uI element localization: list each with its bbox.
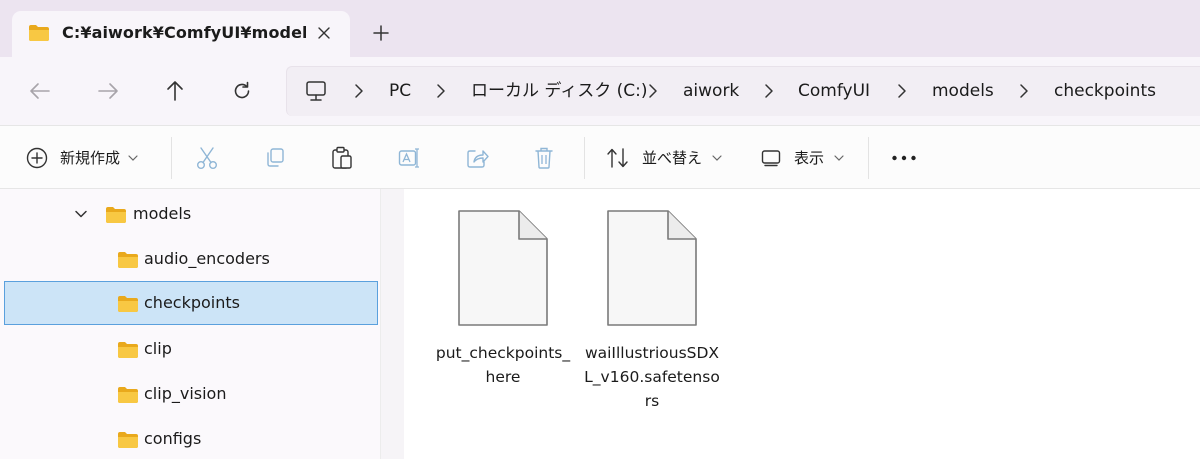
paste-button[interactable] — [331, 141, 353, 175]
file-item[interactable]: waiIllustriousSDXL_v160.safetensors — [577, 209, 727, 413]
arrow-left-icon — [30, 83, 50, 99]
folder-icon — [117, 431, 139, 453]
breadcrumb-models[interactable]: models — [932, 80, 994, 102]
more-icon — [892, 155, 916, 161]
rename-icon — [398, 148, 419, 168]
breadcrumb-aiwork[interactable]: aiwork — [683, 80, 739, 102]
address-bar[interactable]: PC ローカル ディスク (C:) aiwork ComfyUI models … — [286, 66, 1200, 116]
tree-label: models — [133, 204, 192, 223]
pane-divider[interactable] — [380, 189, 404, 459]
computer-icon[interactable] — [305, 80, 327, 106]
plus-icon — [373, 25, 389, 41]
chevron-right-icon[interactable] — [896, 83, 908, 99]
folder-icon — [117, 386, 139, 408]
tree-item-configs[interactable]: configs — [4, 417, 378, 459]
navigation-bar: PC ローカル ディスク (C:) aiwork ComfyUI models … — [0, 57, 1200, 125]
chevron-down-icon — [712, 155, 722, 161]
chevron-down-icon — [834, 155, 844, 161]
file-name: put_checkpoints_here — [435, 344, 571, 386]
share-icon — [467, 150, 489, 168]
refresh-button[interactable] — [225, 74, 259, 108]
forward-button[interactable] — [91, 74, 125, 108]
chevron-right-icon[interactable] — [647, 83, 659, 99]
copy-button[interactable] — [264, 141, 286, 175]
folder-icon — [105, 206, 127, 228]
chevron-down-icon — [128, 155, 138, 161]
tree-item-clip[interactable]: clip — [4, 327, 378, 371]
folder-icon — [28, 24, 50, 46]
file-list: put_checkpoints_here waiIllustriousSDXL_… — [404, 189, 1200, 459]
tab-strip: C:¥aiwork¥ComfyUI¥models¥c — [0, 0, 1200, 57]
breadcrumb-local-disk[interactable]: ローカル ディスク (C:) — [471, 80, 647, 102]
copy-icon — [267, 148, 284, 167]
toolbar-divider — [584, 137, 585, 179]
tree-label: checkpoints — [144, 293, 240, 312]
delete-button[interactable] — [534, 141, 554, 175]
breadcrumb-comfyui[interactable]: ComfyUI — [798, 80, 870, 102]
new-button-label: 新規作成 — [60, 149, 121, 167]
more-button[interactable] — [891, 141, 917, 175]
tree-item-audio-encoders[interactable]: audio_encoders — [4, 237, 378, 281]
navigation-pane: models audio_encoders checkpoints clip c… — [0, 189, 380, 459]
tree-item-models[interactable]: models — [4, 192, 378, 236]
file-item[interactable]: put_checkpoints_here — [428, 209, 578, 389]
command-bar: 新規作成 並べ替え 表示 — [0, 125, 1200, 189]
tab-title: C:¥aiwork¥ComfyUI¥models¥c — [62, 23, 306, 42]
back-button[interactable] — [23, 74, 57, 108]
tree-item-clip-vision[interactable]: clip_vision — [4, 372, 378, 416]
clipboard-icon — [332, 146, 352, 169]
close-icon[interactable] — [310, 19, 338, 47]
chevron-right-icon[interactable] — [353, 83, 365, 99]
document-icon — [458, 210, 548, 326]
rename-button[interactable] — [398, 141, 422, 175]
cut-button[interactable] — [196, 141, 218, 175]
tree-label: audio_encoders — [144, 249, 270, 268]
share-button[interactable] — [466, 141, 490, 175]
new-tab-button[interactable] — [366, 18, 396, 48]
document-icon — [607, 210, 697, 326]
tree-item-checkpoints[interactable]: checkpoints — [4, 281, 378, 325]
toolbar-divider — [868, 137, 869, 179]
refresh-icon — [234, 81, 250, 99]
breadcrumb-checkpoints[interactable]: checkpoints — [1054, 80, 1156, 102]
tree-label: clip — [144, 339, 172, 358]
toolbar-divider — [171, 137, 172, 179]
up-button[interactable] — [158, 74, 192, 108]
file-explorer-window: C:¥aiwork¥ComfyUI¥models¥c — [0, 0, 1200, 459]
sort-button-label: 並べ替え — [642, 149, 703, 167]
view-button-label: 表示 — [794, 149, 825, 167]
chevron-right-icon[interactable] — [1018, 83, 1030, 99]
tab-current[interactable]: C:¥aiwork¥ComfyUI¥models¥c — [12, 11, 350, 57]
tree-label: clip_vision — [144, 384, 227, 403]
view-icon — [761, 150, 781, 167]
folder-icon — [117, 295, 139, 317]
scissors-icon — [197, 147, 217, 169]
folder-icon — [117, 341, 139, 363]
chevron-right-icon[interactable] — [763, 83, 775, 99]
breadcrumb-pc[interactable]: PC — [389, 80, 411, 102]
trash-icon — [535, 147, 553, 169]
sort-icon — [607, 148, 628, 168]
view-button[interactable]: 表示 — [761, 141, 844, 175]
arrow-up-icon — [167, 81, 183, 101]
new-button[interactable]: 新規作成 — [26, 141, 138, 175]
tree-label: configs — [144, 429, 202, 448]
chevron-down-icon[interactable] — [74, 206, 88, 225]
add-circle-icon — [26, 147, 48, 169]
chevron-right-icon[interactable] — [435, 83, 447, 99]
arrow-right-icon — [98, 83, 118, 99]
file-name: waiIllustriousSDXL_v160.safetensors — [584, 344, 720, 410]
folder-icon — [117, 251, 139, 273]
sort-button[interactable]: 並べ替え — [606, 141, 722, 175]
